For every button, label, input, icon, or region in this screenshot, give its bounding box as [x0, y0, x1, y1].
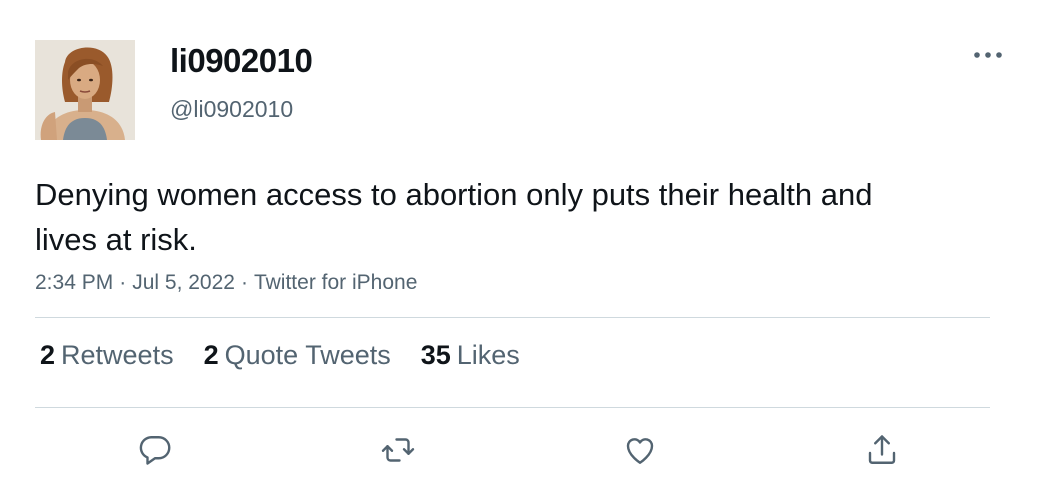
retweet-button[interactable] — [378, 430, 418, 470]
retweets-stat[interactable]: 2 Retweets — [40, 340, 174, 371]
tweet-date[interactable]: Jul 5, 2022 — [132, 271, 235, 294]
like-button[interactable] — [620, 430, 660, 470]
likes-stat[interactable]: 35 Likes — [421, 340, 520, 371]
quote-tweets-count: 2 — [203, 340, 219, 370]
share-icon — [868, 435, 896, 464]
tweet-meta: 2:34 PM · Jul 5, 2022 · Twitter for iPhone — [35, 271, 417, 295]
reply-button[interactable] — [135, 430, 175, 470]
divider — [35, 407, 990, 408]
share-button[interactable] — [862, 430, 902, 470]
more-horizontal-icon — [974, 52, 1002, 58]
tweet-source[interactable]: Twitter for iPhone — [254, 271, 417, 294]
reply-icon — [139, 436, 171, 465]
tweet-text: Denying women access to abortion only pu… — [35, 177, 873, 257]
retweets-count: 2 — [40, 340, 56, 370]
quote-tweets-stat[interactable]: 2 Quote Tweets — [204, 340, 391, 371]
meta-separator: · — [119, 271, 127, 294]
likes-count: 35 — [420, 340, 451, 370]
retweet-icon — [381, 438, 415, 462]
likes-label: Likes — [456, 340, 520, 370]
tweet-stats: 2 Retweets 2 Quote Tweets 35 Likes — [40, 340, 550, 371]
tweet-time[interactable]: 2:34 PM — [35, 271, 113, 294]
user-handle[interactable]: @li0902010 — [170, 96, 293, 123]
meta-separator: · — [240, 271, 248, 294]
quote-tweets-label: Quote Tweets — [224, 340, 391, 370]
divider — [35, 317, 990, 318]
avatar[interactable] — [35, 40, 135, 140]
more-options-button[interactable] — [966, 40, 1010, 70]
heart-icon — [626, 438, 654, 464]
display-name[interactable]: li0902010 — [170, 42, 313, 80]
retweets-label: Retweets — [61, 340, 174, 370]
